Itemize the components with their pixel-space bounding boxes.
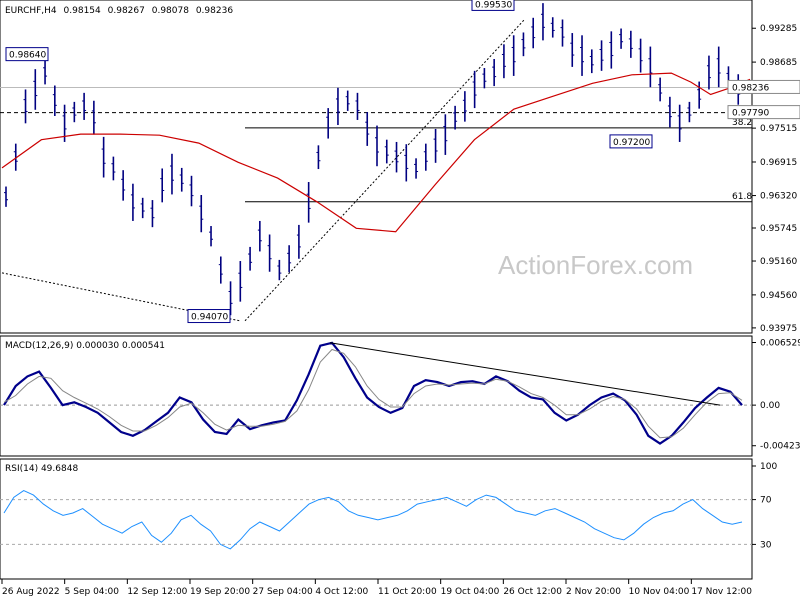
x-tick-label: 27 Sep 04:00 (253, 587, 313, 597)
price-annotation-label: 0.99530 (475, 0, 512, 10)
price-tick-label: 0.97515 (760, 124, 797, 134)
price-annotation-label: 0.94070 (191, 313, 228, 323)
ohlc-high: 0.98267 (108, 6, 145, 16)
x-tick-label: 10 Nov 04:00 (629, 587, 690, 597)
rsi-tick-label: 30 (760, 540, 772, 550)
x-tick-label: 4 Oct 12:00 (315, 587, 368, 597)
price-annotation-label: 0.97200 (613, 138, 650, 148)
price-tick-label: 0.99285 (760, 24, 797, 34)
price-annotation-label: 0.98640 (9, 51, 46, 61)
current-price-label: 0.98236 (732, 83, 769, 93)
fib-label: 61.8 (732, 192, 752, 202)
price-tick-label: 0.98685 (760, 58, 797, 68)
price-tick-label: 0.95160 (760, 257, 797, 267)
x-tick-label: 26 Oct 12:00 (503, 587, 562, 597)
price-panel-title: EURCHF,H4 0.98154 0.98267 0.98078 0.9823… (5, 6, 233, 16)
fib-label: 38.2 (732, 118, 752, 128)
rsi-panel-title: RSI(14) 49.6848 (5, 464, 78, 474)
macd-panel-title: MACD(12,26,9) 0.000030 0.000541 (5, 341, 165, 351)
x-axis: 26 Aug 2022 5 Sep 04:00 12 Sep 12:00 19 Sep… (1, 579, 752, 597)
x-tick-label: 2 Nov 20:00 (566, 587, 621, 597)
price-tick-label: 0.96320 (760, 192, 797, 202)
watermark: ActionForex.com (498, 250, 693, 280)
x-tick-label: 11 Oct 20:00 (378, 587, 437, 597)
rsi-tick-label: 100 (760, 462, 777, 472)
x-tick-label: 19 Sep 20:00 (190, 587, 250, 597)
price-tick-label: 0.94560 (760, 291, 797, 301)
ohlc-close: 0.98236 (196, 6, 233, 16)
symbol-title: EURCHF,H4 (5, 6, 57, 16)
rsi-tick-label: 70 (760, 496, 772, 506)
price-tick-label: 0.95745 (760, 224, 797, 234)
x-tick-label: 5 Sep 04:00 (65, 587, 120, 597)
macd-tick-label: 0.00 (760, 401, 780, 411)
chart-canvas: ActionForex.com 0.99285 0.98685 0.98236 0.9… (0, 0, 800, 597)
x-tick-label: 17 Nov 12:00 (691, 587, 752, 597)
ohlc-open: 0.98154 (64, 6, 101, 16)
price-tick-label: 0.93975 (760, 324, 797, 334)
x-tick-label: 26 Aug 2022 (2, 587, 60, 597)
x-tick-label: 12 Sep 12:00 (127, 587, 187, 597)
ohlc-low: 0.98078 (152, 6, 189, 16)
macd-tick-label: 0.006529 (760, 339, 800, 349)
hline-label: 0.97790 (732, 109, 769, 119)
macd-tick-label: -0.004233 (760, 442, 800, 452)
x-tick-label: 19 Oct 04:00 (441, 587, 500, 597)
price-tick-label: 0.96915 (760, 158, 797, 168)
